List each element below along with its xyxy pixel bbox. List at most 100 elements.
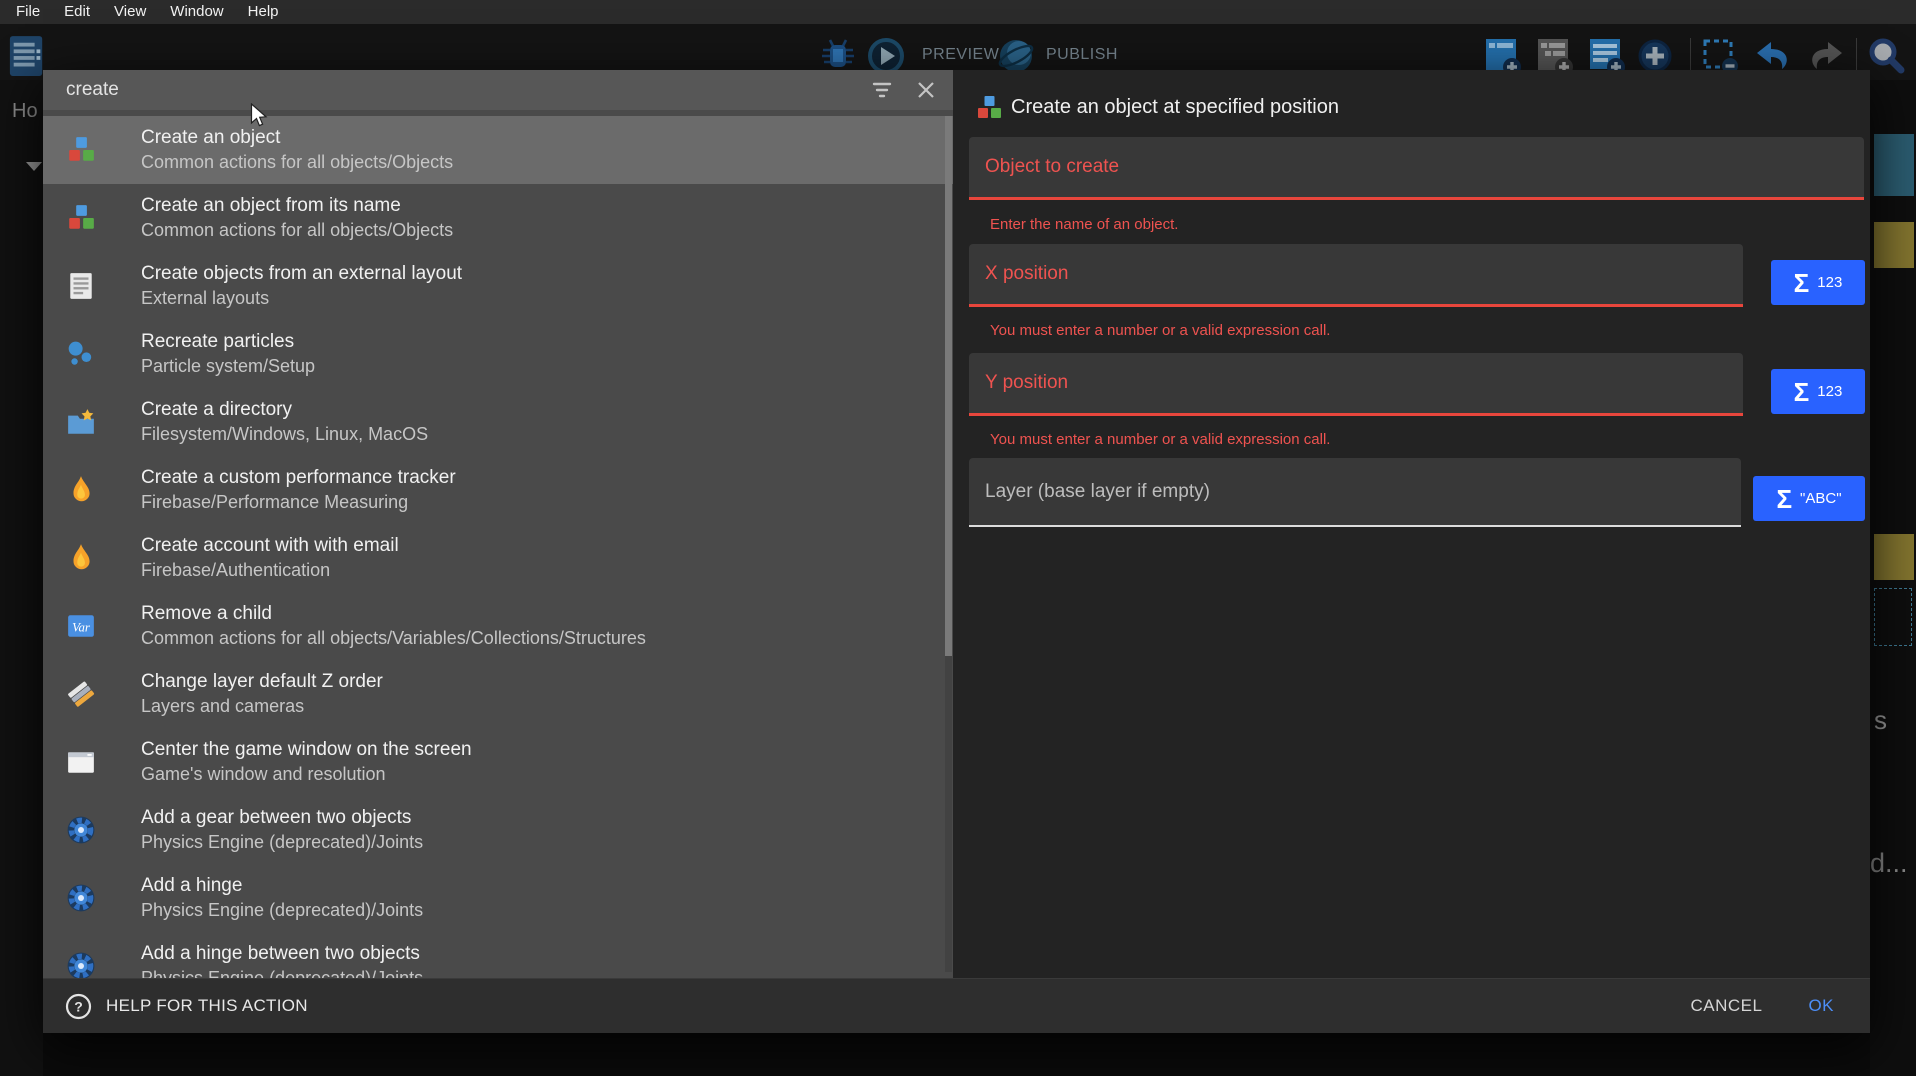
list-item[interactable]: Create a custom performance tracker Fire…: [43, 456, 953, 524]
mouse-cursor: [250, 103, 270, 129]
action-title: Recreate particles: [141, 331, 315, 353]
search-icon[interactable]: [1866, 36, 1908, 78]
firebase-flame-icon: [63, 540, 99, 576]
sigma-icon: Σ: [1794, 270, 1810, 296]
menu-window[interactable]: Window: [158, 0, 235, 24]
background-object-thumbnail: [1874, 534, 1914, 580]
dialog-footer: ? HELP FOR THIS ACTION CANCEL OK: [43, 978, 1870, 1033]
action-subtitle: Firebase/Authentication: [141, 560, 399, 581]
action-detail-title: Create an object at specified position: [1011, 94, 1339, 120]
action-title: Create an object from its name: [141, 195, 453, 217]
background-text-fragment: d...: [1870, 848, 1908, 879]
help-icon: ?: [65, 993, 92, 1020]
expression-editor-button-layer[interactable]: Σ "ABC": [1753, 476, 1865, 521]
action-subtitle: Physics Engine (deprecated)/Joints: [141, 832, 423, 853]
gear-icon: [63, 812, 99, 848]
menu-help[interactable]: Help: [236, 0, 291, 24]
background-object-thumbnail: [1874, 134, 1914, 196]
menu-edit[interactable]: Edit: [52, 0, 102, 24]
project-manager-icon[interactable]: [8, 34, 46, 80]
action-title: Create account with with email: [141, 535, 399, 557]
home-tab-partial[interactable]: Ho: [12, 100, 38, 123]
object-to-create-field[interactable]: Object to create: [969, 137, 1864, 200]
field-placeholder: Y position: [985, 372, 1068, 394]
background-object-thumbnail: [1874, 222, 1914, 268]
list-item[interactable]: Create an object Common actions for all …: [43, 116, 953, 184]
publish-button[interactable]: PUBLISH: [1046, 36, 1118, 74]
action-title: Create a custom performance tracker: [141, 467, 456, 489]
cubes-icon: [975, 94, 1003, 122]
action-title: Remove a child: [141, 603, 646, 625]
gear-icon: [63, 948, 99, 978]
action-subtitle: External layouts: [141, 288, 462, 309]
expression-button-label: 123: [1817, 383, 1842, 400]
list-item[interactable]: Add a gear between two objects Physics E…: [43, 796, 953, 864]
close-icon[interactable]: [913, 77, 939, 103]
menu-view[interactable]: View: [102, 0, 158, 24]
chevron-down-icon[interactable]: [26, 162, 42, 171]
menu-file[interactable]: File: [4, 0, 52, 24]
expression-editor-button-y[interactable]: Σ 123: [1771, 369, 1865, 414]
help-label: HELP FOR THIS ACTION: [106, 996, 308, 1016]
expression-editor-button-x[interactable]: Σ 123: [1771, 260, 1865, 305]
list-scrollbar-thumb[interactable]: [945, 116, 952, 656]
action-subtitle: Common actions for all objects/Variables…: [141, 628, 646, 649]
action-results-list: Create an object Common actions for all …: [43, 110, 953, 978]
action-subtitle: Common actions for all objects/Objects: [141, 220, 453, 241]
field-placeholder: X position: [985, 263, 1068, 285]
action-results-panel: create Create an object Common actions f…: [43, 70, 953, 978]
gear-icon: [63, 880, 99, 916]
window-icon: [63, 744, 99, 780]
list-item[interactable]: Remove a child Common actions for all ob…: [43, 592, 953, 660]
action-title: Create an object: [141, 127, 453, 149]
cubes-icon: [63, 132, 99, 168]
expression-button-label: "ABC": [1800, 490, 1842, 507]
list-item[interactable]: Recreate particles Particle system/Setup: [43, 320, 953, 388]
variable-badge-icon: [63, 608, 99, 644]
cancel-button[interactable]: CANCEL: [1690, 996, 1762, 1016]
background-left-panel: Ho: [0, 80, 43, 1076]
particles-icon: [63, 336, 99, 372]
list-item[interactable]: Add a hinge Physics Engine (deprecated)/…: [43, 864, 953, 932]
field-placeholder: Layer (base layer if empty): [985, 481, 1210, 503]
toolbar-separator: [1856, 38, 1857, 72]
layers-icon: [63, 676, 99, 712]
list-item[interactable]: Create account with with email Firebase/…: [43, 524, 953, 592]
help-for-this-action-button[interactable]: ? HELP FOR THIS ACTION: [65, 993, 308, 1020]
toolbar-separator: [1690, 38, 1691, 72]
field-helper-text: Enter the name of an object.: [990, 216, 1178, 233]
y-position-field[interactable]: Y position: [969, 353, 1743, 416]
action-subtitle: Physics Engine (deprecated)/Joints: [141, 900, 423, 921]
list-item[interactable]: Change layer default Z order Layers and …: [43, 660, 953, 728]
action-subtitle: Particle system/Setup: [141, 356, 315, 377]
document-icon: [63, 268, 99, 304]
action-title: Create objects from an external layout: [141, 263, 462, 285]
sigma-icon: Σ: [1776, 486, 1792, 512]
background-right-panel: s d...: [1870, 80, 1916, 1076]
action-subtitle: Physics Engine (deprecated)/Joints: [141, 968, 423, 978]
action-title: Create a directory: [141, 399, 428, 421]
action-title: Add a gear between two objects: [141, 807, 423, 829]
sigma-icon: Σ: [1794, 379, 1810, 405]
search-input[interactable]: create: [66, 79, 851, 101]
field-placeholder: Object to create: [985, 156, 1119, 178]
list-item[interactable]: Create an object from its name Common ac…: [43, 184, 953, 252]
list-item[interactable]: Create a directory Filesystem/Windows, L…: [43, 388, 953, 456]
action-title: Change layer default Z order: [141, 671, 383, 693]
layer-field[interactable]: Layer (base layer if empty): [969, 458, 1741, 527]
action-subtitle: Layers and cameras: [141, 696, 383, 717]
expression-button-label: 123: [1817, 274, 1842, 291]
filter-icon[interactable]: [869, 77, 895, 103]
action-subtitle: Firebase/Performance Measuring: [141, 492, 456, 513]
svg-text:?: ?: [74, 998, 83, 1014]
x-position-field[interactable]: X position: [969, 244, 1743, 307]
preview-button[interactable]: PREVIEW: [922, 36, 999, 74]
ok-button[interactable]: OK: [1808, 996, 1834, 1016]
list-item[interactable]: Add a hinge between two objects Physics …: [43, 932, 953, 978]
action-subtitle: Game's window and resolution: [141, 764, 472, 785]
action-subtitle: Common actions for all objects/Objects: [141, 152, 453, 173]
list-item[interactable]: Center the game window on the screen Gam…: [43, 728, 953, 796]
folder-star-icon: [63, 404, 99, 440]
list-item[interactable]: Create objects from an external layout E…: [43, 252, 953, 320]
action-title: Add a hinge: [141, 875, 423, 897]
